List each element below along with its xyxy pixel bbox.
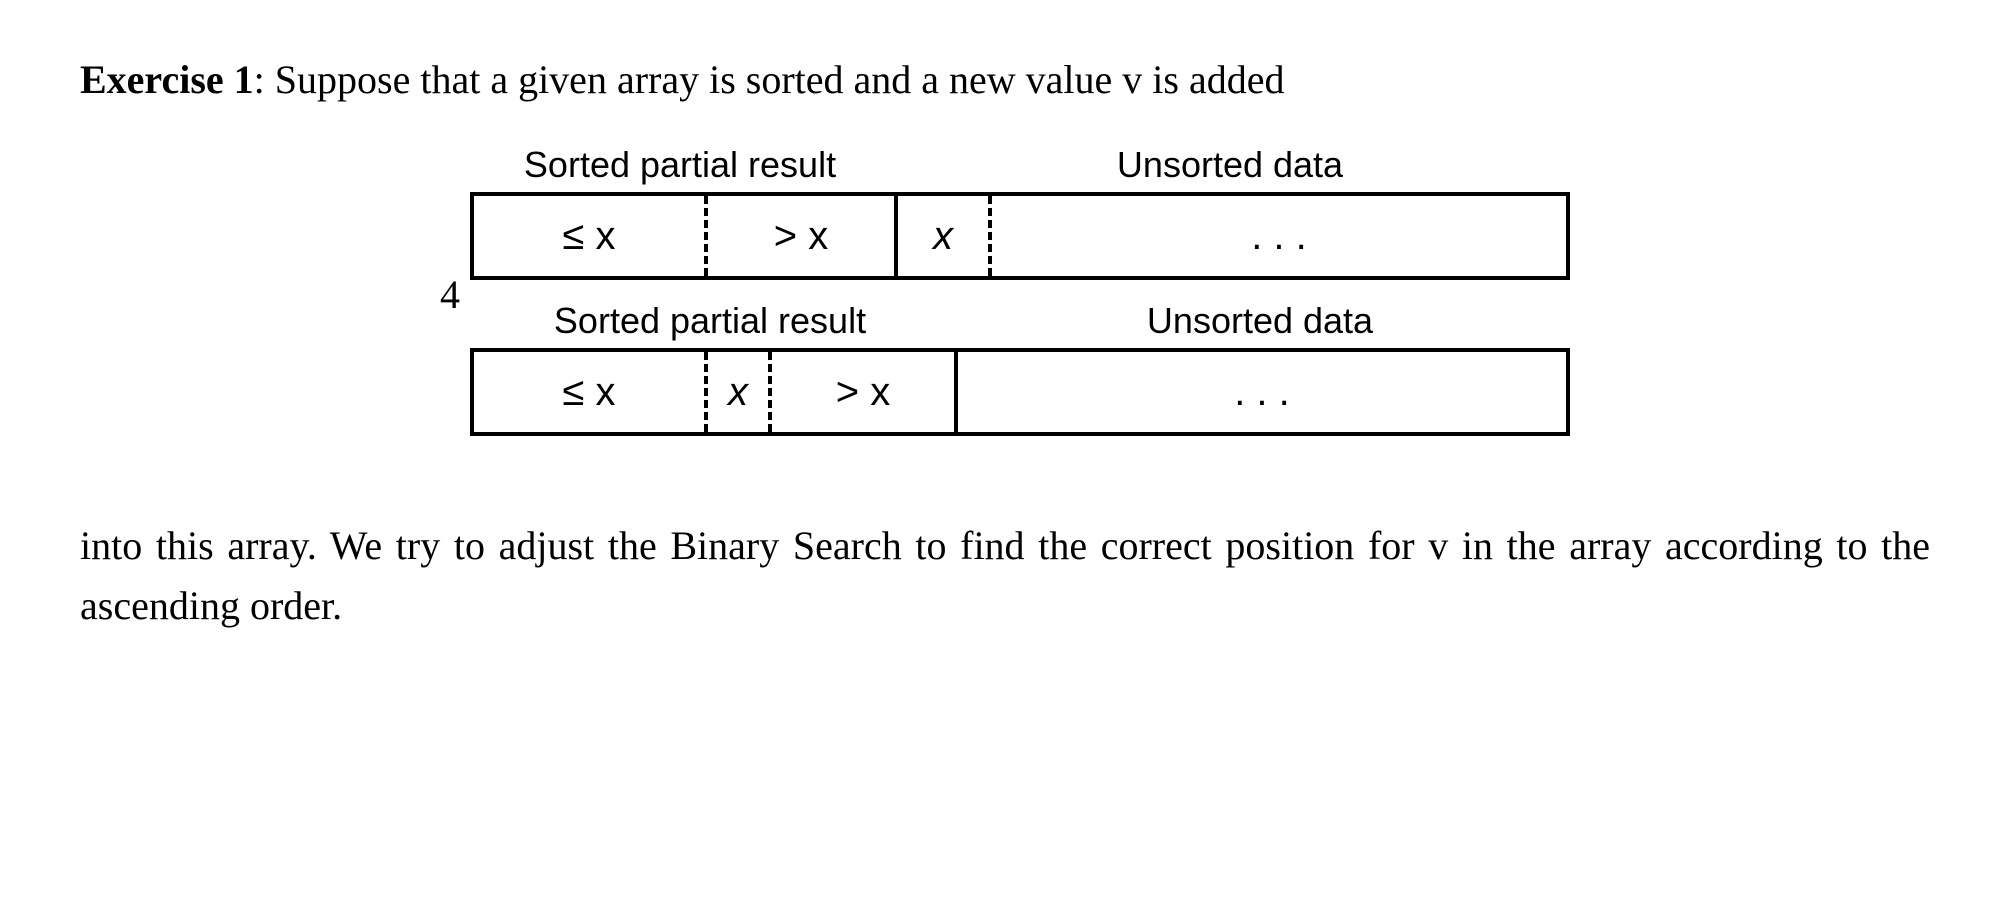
diagram-body: Sorted partial result Unsorted data ≤ x … (470, 138, 1570, 436)
row1-label-unsorted: Unsorted data (890, 138, 1570, 192)
diagram-side-number: 4 (440, 265, 460, 325)
row2-cell-le-x: ≤ x (474, 352, 704, 432)
exercise-label: Exercise 1 (80, 57, 254, 102)
row1-cell-x: x (898, 196, 992, 276)
row1-cell-gt-x: > x (704, 196, 894, 276)
row2-array: ≤ x x > x . . . (470, 348, 1570, 436)
row2-cell-gt-x: > x (772, 352, 954, 432)
exercise-intro: Exercise 1: Suppose that a given array i… (80, 50, 1930, 110)
diagram: 4 Sorted partial result Unsorted data ≤ … (80, 138, 1930, 436)
row2-label-unsorted: Unsorted data (950, 294, 1570, 348)
row2-labels: Sorted partial result Unsorted data (470, 294, 1570, 348)
page: Exercise 1: Suppose that a given array i… (0, 0, 2010, 906)
row1-label-sorted: Sorted partial result (470, 138, 890, 192)
row1-cell-rest: . . . (992, 196, 1570, 276)
row2-label-sorted: Sorted partial result (470, 294, 950, 348)
row1-array: ≤ x > x x . . . (470, 192, 1570, 280)
row1-cell-le-x: ≤ x (474, 196, 704, 276)
row2-cell-rest: . . . (958, 352, 1570, 432)
row2-cell-x: x (704, 352, 772, 432)
exercise-text-1: : Suppose that a given array is sorted a… (254, 57, 1285, 102)
exercise-text-2: into this array. We try to adjust the Bi… (80, 516, 1930, 636)
row1-labels: Sorted partial result Unsorted data (470, 138, 1570, 192)
